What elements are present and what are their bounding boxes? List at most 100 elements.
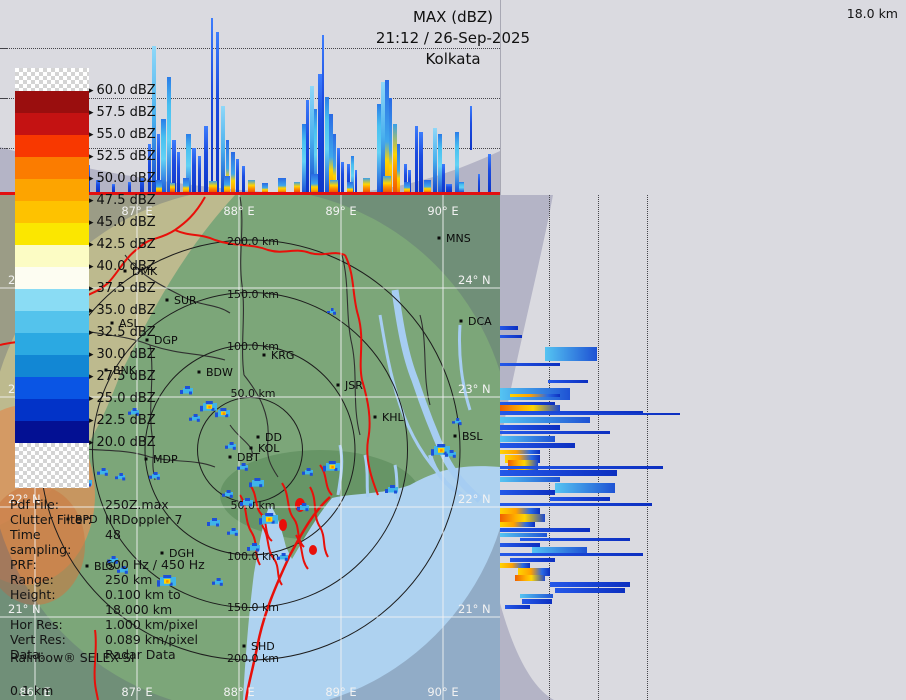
dbz-scale-label: ▸ 55.0 dBZ: [89, 127, 156, 142]
dbz-band: [15, 113, 89, 135]
echo-column: [311, 174, 318, 192]
info-value: 0.089 km/pixel: [105, 632, 198, 647]
info-value: 18.000 km: [105, 602, 173, 617]
info-row: Hor Res: 1.000 km/pixel: [10, 617, 202, 632]
dbz-band: [15, 289, 89, 311]
city-dot: [453, 434, 457, 438]
echo-row: [515, 575, 545, 581]
svg-text:200.0 km: 200.0 km: [227, 235, 279, 248]
dbz-scale-label: ▸ 32.5 dBZ: [89, 325, 156, 340]
info-label: Time sampling:: [10, 527, 72, 557]
dbz-band: [15, 245, 89, 267]
dbz-scale-label: ▸ 50.0 dBZ: [89, 171, 156, 186]
city-label: MDP: [153, 453, 178, 466]
echo-row: [500, 425, 560, 430]
echo-row: [550, 497, 610, 501]
echo-column: [262, 183, 268, 192]
info-label: Clutter Filter:: [10, 512, 92, 527]
echo-column: [170, 183, 175, 192]
city-label: BDW: [206, 366, 233, 379]
svg-text:89° E: 89° E: [325, 204, 356, 218]
echo-column: [306, 100, 309, 192]
echo-row: [500, 363, 560, 366]
city-label: JSR: [344, 379, 363, 392]
dbz-band: [15, 267, 89, 289]
echo-row: [500, 514, 545, 522]
svg-text:50.0 km: 50.0 km: [230, 387, 275, 400]
dbz-band: [15, 135, 89, 157]
info-row: Range: 250 km: [10, 572, 202, 587]
echo-row: [522, 599, 552, 604]
height-gridline: [598, 195, 599, 700]
echo-row: [500, 528, 590, 532]
dbz-scale-label: ▸ 40.0 dBZ: [89, 259, 156, 274]
legend-header: MAX (dBZ) 21:12 / 26-Sep-2025 Kolkata: [0, 8, 906, 68]
echo-column: [488, 154, 491, 192]
city-dot: [256, 435, 260, 439]
echo-row: [500, 443, 575, 448]
height-gridline: [647, 195, 648, 700]
city-dot: [228, 455, 232, 459]
city-dot: [197, 370, 201, 374]
echo-column: [470, 106, 472, 150]
echo-column: [278, 178, 286, 192]
svg-text:150.0 km: 150.0 km: [227, 601, 279, 614]
echo-row: [510, 394, 560, 397]
info-row: PRF: 600 Hz / 450 Hz: [10, 557, 205, 572]
dbz-band: [15, 68, 89, 91]
echo-row: [500, 553, 643, 556]
svg-text:90° E: 90° E: [427, 685, 458, 699]
dbz-scale-label: ▸ 60.0 dBZ: [89, 83, 156, 98]
echo-row: [545, 347, 597, 361]
echo-column: [236, 159, 239, 192]
dbz-band: [15, 91, 89, 113]
city-dot: [249, 446, 253, 450]
city-label: KOL: [258, 442, 280, 455]
echo-row: [555, 588, 625, 593]
dbz-band: [15, 157, 89, 179]
city-label: MNS: [446, 232, 471, 245]
echo-column: [341, 162, 344, 192]
dbz-scale-label: ▸ 27.5 dBZ: [89, 369, 156, 384]
echo-row: [500, 533, 547, 537]
echo-column: [397, 144, 400, 192]
echo-column: [192, 148, 196, 192]
svg-text:200.0 km: 200.0 km: [227, 652, 279, 665]
dbz-band: [15, 377, 89, 399]
echo-column: [433, 128, 437, 192]
timestamp-label: 21:12 / 26-Sep-2025: [375, 29, 531, 47]
info-row: Clutter Filter: IIRDoppler 7: [10, 512, 202, 527]
echo-column: [330, 180, 338, 192]
info-value: 1.000 km/pixel: [105, 617, 198, 632]
info-row: 18.000 km: [10, 602, 202, 617]
city-label: DGP: [154, 334, 178, 347]
svg-text:150.0 km: 150.0 km: [227, 288, 279, 301]
echo-column: [478, 174, 480, 192]
echo-column: [242, 166, 245, 192]
echo-column: [294, 182, 300, 192]
echo-row: [500, 326, 518, 330]
echo-row: [555, 483, 615, 493]
echo-row: [500, 436, 555, 442]
dbz-scale-label: ▸ 22.5 dBZ: [89, 413, 156, 428]
svg-text:22° N: 22° N: [458, 492, 491, 506]
city-dot: [262, 353, 266, 357]
echo-column: [459, 182, 464, 192]
echo-row: [500, 466, 663, 469]
echo-row: [500, 470, 617, 476]
height-axis-min-label: 0.1 km: [10, 683, 54, 698]
city-label: BSL: [462, 430, 483, 443]
height-tick: [0, 98, 7, 99]
echo-column: [446, 184, 452, 192]
echo-row: [500, 477, 560, 482]
city-label: KHL: [382, 411, 404, 424]
software-brand-label: Rainbow® SELEX-SI: [10, 650, 135, 665]
echo-row: [500, 450, 540, 454]
info-label: PRF:: [10, 557, 37, 572]
city-dot: [242, 644, 246, 648]
info-value: 0.100 km to: [105, 587, 181, 602]
echo-row: [505, 605, 530, 609]
echo-column: [204, 126, 208, 192]
info-row: Height: 0.100 km to: [10, 587, 202, 602]
svg-text:88° E: 88° E: [223, 685, 254, 699]
